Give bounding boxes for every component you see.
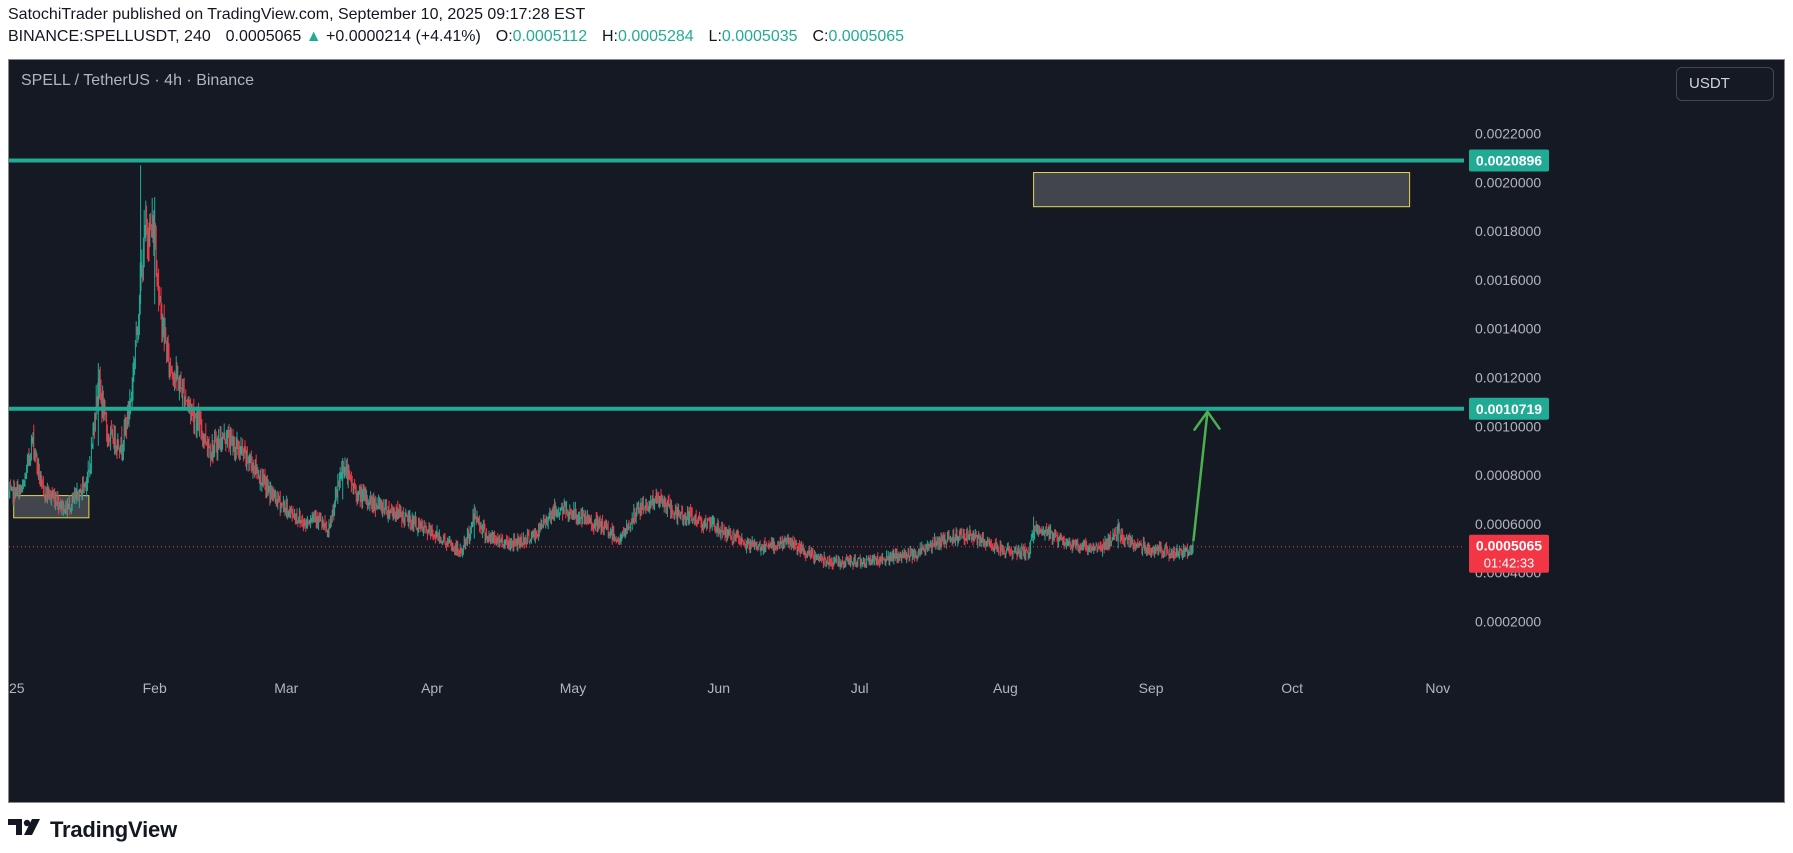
x-tick-label: Mar	[274, 680, 298, 696]
open-value: 0.0005112	[512, 28, 588, 45]
x-tick-label: Oct	[1281, 680, 1303, 696]
x-tick-label: Jun	[707, 680, 730, 696]
x-tick-label: Aug	[993, 680, 1018, 696]
open-label: O:	[495, 28, 513, 45]
y-tick-label: 0.0022000	[1475, 126, 1541, 142]
published-info: SatochiTrader published on TradingView.c…	[8, 6, 586, 23]
y-tick-label: 0.0018000	[1475, 223, 1541, 239]
y-tick-label: 0.0002000	[1475, 614, 1541, 630]
symbol-ohlc-line: BINANCE:SPELLUSDT, 240 0.0005065 ▲ +0.00…	[8, 26, 1788, 48]
price-chart[interactable]: 0.0020896 0.0010719 0.0022000 0.0020000 0.00…	[9, 60, 1784, 802]
y-tick-label: 0.0012000	[1475, 370, 1541, 386]
tradingview-logo-icon	[8, 817, 44, 843]
close-value: 0.0005065	[828, 28, 905, 45]
chart-pane[interactable]: 0.0020896 0.0010719 0.0022000 0.0020000 0.00…	[8, 59, 1785, 803]
chart-legend: SPELL / TetherUS · 4h · Binance	[21, 72, 255, 89]
x-tick-label: Sep	[1139, 680, 1164, 696]
x-tick-label: Nov	[1425, 680, 1450, 696]
y-tick-label: 0.0006000	[1475, 516, 1541, 532]
symbol-ticker: BINANCE:SPELLUSDT, 240	[8, 28, 211, 45]
y-tick-label: 0.0020000	[1475, 174, 1541, 190]
high-value: 0.0005284	[618, 28, 694, 45]
y-tick-label: 0.0010000	[1475, 418, 1541, 434]
high-label: H:	[602, 28, 618, 45]
projection-arrow-line	[1192, 411, 1209, 542]
x-tick-label: Apr	[421, 680, 443, 696]
low-value: 0.0005035	[721, 28, 798, 45]
tradingview-footer: TradingView	[8, 813, 177, 847]
publish-header: SatochiTrader published on TradingView.c…	[8, 4, 1788, 48]
level-label-1: 0.0010719	[1476, 401, 1542, 417]
last-price: 0.0005065	[225, 28, 302, 45]
x-tick-label: 2025	[9, 680, 25, 696]
price-change: +0.0000214 (+4.41%)	[326, 28, 481, 45]
countdown-label: 01:42:33	[1484, 556, 1535, 571]
x-tick-label: Jul	[851, 680, 869, 696]
level-label-0: 0.0020896	[1476, 152, 1542, 168]
y-tick-label: 0.0014000	[1475, 321, 1541, 337]
x-tick-label: Feb	[143, 680, 167, 696]
currency-button[interactable]: USDT	[1676, 67, 1774, 101]
y-tick-label: 0.0016000	[1475, 272, 1541, 288]
x-tick-label: May	[560, 680, 586, 696]
y-tick-label: 0.0008000	[1475, 467, 1541, 483]
zone-rect-1	[1033, 172, 1411, 208]
current-price-label: 0.0005065	[1476, 538, 1542, 554]
up-arrow-icon: ▲	[305, 28, 322, 45]
tradingview-brand: TradingView	[50, 817, 177, 842]
close-label: C:	[812, 28, 829, 45]
low-label: L:	[708, 28, 722, 45]
